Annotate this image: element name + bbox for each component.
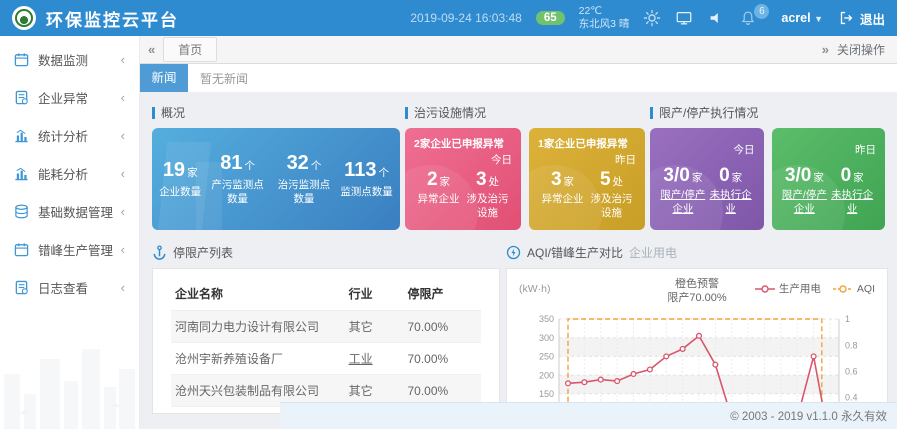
svg-text:250: 250 (539, 352, 554, 362)
enterprise-name: 沧州宇新养殖设备厂 (171, 343, 345, 375)
copyright-text: © 2003 - 2019 v1.1.0 永久有效 (730, 408, 887, 424)
restriction-list-panel: 企业名称 行业 停限产 河南同力电力设计有限公司 其它 70.00% (152, 268, 500, 414)
speaker-icon[interactable] (707, 9, 725, 27)
section-title-restriction-list: 停限产列表 (152, 244, 500, 261)
table-row: 沧州宇新养殖设备厂 工业 70.00% (171, 343, 481, 375)
monitor-icon[interactable] (675, 9, 693, 27)
chevron-left-icon: ‹ (121, 280, 125, 295)
title-accent-bar (152, 107, 155, 119)
temperature: 22℃ (579, 5, 630, 18)
sidebar-item-statistics[interactable]: 统计分析 ‹ (0, 116, 139, 154)
restriction-card-today: 今日 3/0家 限产/停产企业 0家 未执行企业 (650, 128, 764, 230)
chart-subtitle: 企业用电 (629, 244, 677, 261)
stat-monitor-points: 113个 监测点数量 (340, 159, 393, 200)
news-bar: 新闻 暂无新闻 (140, 64, 897, 92)
sidebar-item-peak-production[interactable]: 错峰生产管理 ‹ (0, 230, 139, 268)
anchor-icon (152, 245, 167, 260)
news-content: 暂无新闻 (200, 70, 248, 87)
app-title: 环保监控云平台 (46, 6, 179, 31)
restricted-enterprises-link[interactable]: 限产/停产企业 (659, 189, 707, 216)
svg-text:300: 300 (539, 333, 554, 343)
treatment-card-today: 2家企业已申报异常 今日 2家 异常企业 3处 涉及治污设施 (405, 128, 521, 230)
tab-home[interactable]: 首页 (163, 37, 217, 62)
app-header: 环保监控云平台 2019-09-24 16:03:48 65 22℃ 东北风3 … (0, 0, 897, 36)
page: 环保监控云平台 2019-09-24 16:03:48 65 22℃ 东北风3 … (0, 0, 897, 429)
col-header-enterprise: 企业名称 (171, 277, 345, 311)
chevron-left-icon: ‹ (121, 128, 125, 143)
dashboard: 概况 19家 企业数量 81个 产污监测点数量 32个 治 (140, 92, 897, 429)
logout-button[interactable]: 退出 (837, 9, 885, 28)
chevron-left-icon: ‹ (121, 204, 125, 219)
restriction-table: 企业名称 行业 停限产 河南同力电力设计有限公司 其它 70.00% (171, 277, 481, 407)
bar-chart-icon (14, 128, 29, 143)
sun-icon (643, 9, 661, 27)
industry: 其它 (345, 311, 404, 343)
scroll-tabs-right-icon[interactable]: » (822, 43, 829, 56)
file-gear-icon (14, 280, 29, 295)
chart-warning-title: 橙色预警 限产70.00% (519, 277, 875, 306)
file-alert-icon (14, 90, 29, 105)
chevron-left-icon: ‹ (121, 52, 125, 67)
weather-info: 22℃ 东北风3 晴 (579, 5, 630, 31)
col-header-industry: 行业 (345, 277, 404, 311)
close-operations-button[interactable]: 关闭操作 (837, 41, 885, 58)
scroll-tabs-left-icon[interactable]: « (148, 43, 155, 56)
sidebar-item-data-monitor[interactable]: 数据监测 ‹ (0, 40, 139, 78)
svg-text:0.8: 0.8 (845, 340, 858, 350)
restriction-percent: 70.00% (403, 343, 481, 375)
svg-text:0.6: 0.6 (845, 367, 858, 377)
database-icon (14, 204, 29, 219)
notifications-button[interactable]: 6 (739, 9, 757, 27)
bar-chart-icon (14, 166, 29, 181)
flash-circle-icon (506, 245, 521, 260)
footer: © 2003 - 2019 v1.1.0 永久有效 (280, 402, 897, 429)
user-menu[interactable]: acrel ▼ (781, 11, 823, 25)
calendar-icon (14, 52, 29, 67)
section-title-treatment: 治污设施情况 (405, 104, 645, 121)
aqi-badge: 65 (536, 11, 565, 25)
datetime: 2019-09-24 16:03:48 (410, 11, 521, 25)
content-area: « 首页 » 关闭操作 新闻 暂无新闻 概况 19家 (140, 36, 897, 429)
table-row: 河南同力电力设计有限公司 其它 70.00% (171, 311, 481, 343)
sidebar: 数据监测 ‹ 企业异常 ‹ (0, 36, 140, 429)
tab-bar: « 首页 » 关闭操作 (140, 36, 897, 64)
stat-treatment-points: 32个 治污监测点数量 (274, 152, 334, 206)
notification-count-badge: 6 (754, 4, 769, 19)
restriction-percent: 70.00% (403, 311, 481, 343)
sidebar-item-log-view[interactable]: 日志查看 ‹ (0, 268, 139, 306)
chevron-left-icon: ‹ (121, 166, 125, 181)
news-label: 新闻 (140, 64, 188, 92)
chevron-left-icon: ‹ (121, 90, 125, 105)
svg-text:1: 1 (845, 314, 850, 324)
title-accent-bar (650, 107, 653, 119)
logout-icon (837, 9, 855, 27)
city-skyline-watermark (0, 319, 140, 429)
stat-enterprise-count: 19家 企业数量 (159, 159, 201, 200)
svg-text:150: 150 (539, 389, 554, 399)
enterprise-name: 河南同力电力设计有限公司 (171, 311, 345, 343)
restriction-card-yesterday: 昨日 3/0家 限产/停产企业 0家 未执行企业 (772, 128, 886, 230)
app-logo-icon (12, 6, 36, 30)
chevron-down-icon: ▼ (814, 14, 823, 24)
chevron-left-icon: ‹ (121, 242, 125, 257)
calendar-icon (14, 242, 29, 257)
sidebar-item-enterprise-anomaly[interactable]: 企业异常 ‹ (0, 78, 139, 116)
non-executing-enterprises-link[interactable]: 未执行企业 (707, 189, 755, 216)
title-accent-bar (405, 107, 408, 119)
col-header-restriction: 停限产 (403, 277, 481, 311)
sidebar-item-base-data[interactable]: 基础数据管理 ‹ (0, 192, 139, 230)
wind-condition: 东北风3 晴 (579, 18, 630, 31)
stat-pollution-source-points: 81个 产污监测点数量 (208, 152, 268, 206)
overview-card: 19家 企业数量 81个 产污监测点数量 32个 治污监测点数量 113个 (152, 128, 400, 230)
restricted-enterprises-link[interactable]: 限产/停产企业 (781, 189, 829, 216)
svg-text:200: 200 (539, 370, 554, 380)
svg-text:350: 350 (539, 314, 554, 324)
non-executing-enterprises-link[interactable]: 未执行企业 (828, 189, 876, 216)
section-title-restriction: 限产/停产执行情况 (650, 104, 885, 121)
treatment-card-yesterday: 1家企业已申报异常 昨日 3家 异常企业 5处 涉及治污设施 (529, 128, 645, 230)
industry-link[interactable]: 工业 (345, 343, 404, 375)
section-title-overview: 概况 (152, 104, 400, 121)
section-title-aqi-chart: AQI/错峰生产对比 企业用电 (506, 244, 888, 261)
sidebar-item-energy-analysis[interactable]: 能耗分析 ‹ (0, 154, 139, 192)
